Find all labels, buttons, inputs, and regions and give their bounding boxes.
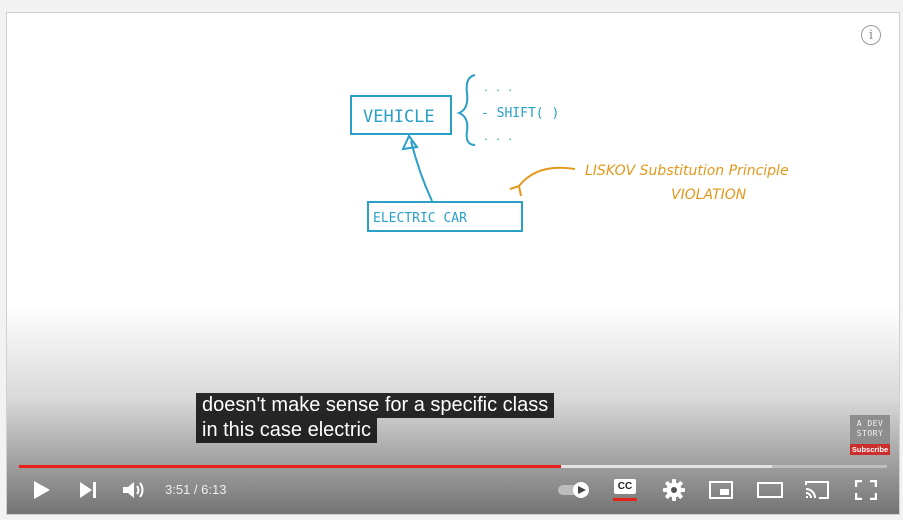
electric-car-label: ELECTRIC CAR [373,211,467,226]
channel-watermark[interactable]: A DEV STORY Subscribe [850,415,890,455]
violation-pointer [518,166,576,187]
inheritance-arrow [410,140,433,202]
shift-method-label: - SHIFT( ) [481,106,559,121]
watermark-line-2: STORY [856,429,884,438]
theater-mode-button[interactable] [755,475,785,505]
miniplayer-button[interactable] [706,475,736,505]
settings-button[interactable] [659,475,689,505]
cc-icon: CC [614,479,636,494]
captions-window: doesn't make sense for a specific class … [196,393,555,443]
brace-dots-bottom: . . . [483,132,513,143]
volume-icon [123,482,144,498]
gear-icon [663,479,685,501]
violation-pointer-head [509,184,522,197]
mute-button[interactable] [119,475,149,505]
watermark-line-1: A DEV [856,419,884,428]
miniplayer-icon [709,481,733,499]
time-display: 3:51 / 6:13 [165,482,226,498]
fullscreen-icon [855,480,877,500]
autoplay-toggle-icon [558,482,589,498]
theater-icon [757,482,783,498]
vehicle-label: VEHICLE [363,107,435,127]
time-separator: / [190,482,202,497]
control-bar: 3:51 / 6:13 CC [7,466,899,514]
fullscreen-button[interactable] [851,475,881,505]
cast-icon [805,481,829,499]
caption-line-2: in this case electric [196,418,377,443]
liskov-label: LISKOV Substitution Principle [585,163,789,179]
info-icon[interactable]: i [861,25,881,45]
subtitles-button[interactable]: CC [610,475,640,505]
next-button[interactable] [73,475,103,505]
next-icon [80,482,96,498]
time-current: 3:51 [165,482,191,497]
arrowhead [401,134,419,151]
curly-brace [456,74,476,146]
play-button[interactable] [27,475,57,505]
video-player[interactable]: VEHICLE . . . - SHIFT( ) . . . ELECTRIC … [6,12,900,515]
brace-dots-top: . . . [483,83,513,94]
cast-button[interactable] [802,475,832,505]
play-icon [34,481,50,499]
time-duration: 6:13 [201,482,227,497]
caption-line-1: doesn't make sense for a specific class [196,393,555,418]
subtitles-active-indicator [613,498,637,501]
subscribe-badge[interactable]: Subscribe [850,444,890,455]
autoplay-toggle[interactable] [555,475,595,505]
violation-label: VIOLATION [671,187,747,203]
